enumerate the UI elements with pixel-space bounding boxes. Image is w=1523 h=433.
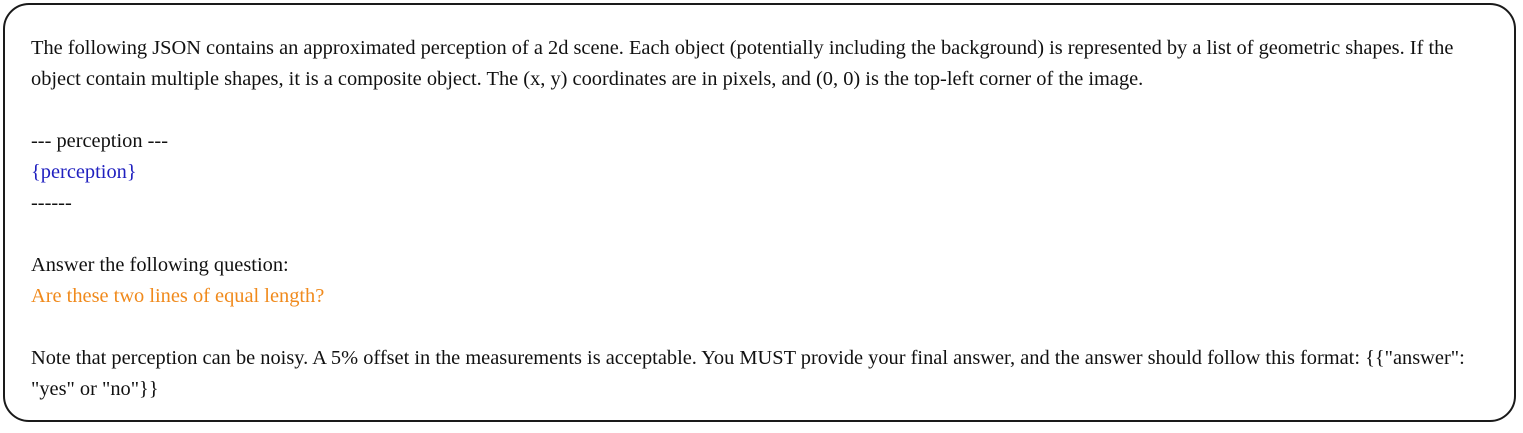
perception-header: --- perception ---: [31, 130, 168, 152]
note-text: Note that perception can be noisy. A 5% …: [31, 347, 1470, 400]
perception-footer: ------: [31, 192, 72, 214]
question-prompt: Answer the following question:: [31, 254, 289, 276]
perception-placeholder: {perception}: [31, 161, 137, 183]
intro-text: The following JSON contains an approxima…: [31, 37, 1459, 90]
prompt-box: The following JSON contains an approxima…: [3, 3, 1516, 422]
question-text: Are these two lines of equal length?: [31, 285, 325, 307]
